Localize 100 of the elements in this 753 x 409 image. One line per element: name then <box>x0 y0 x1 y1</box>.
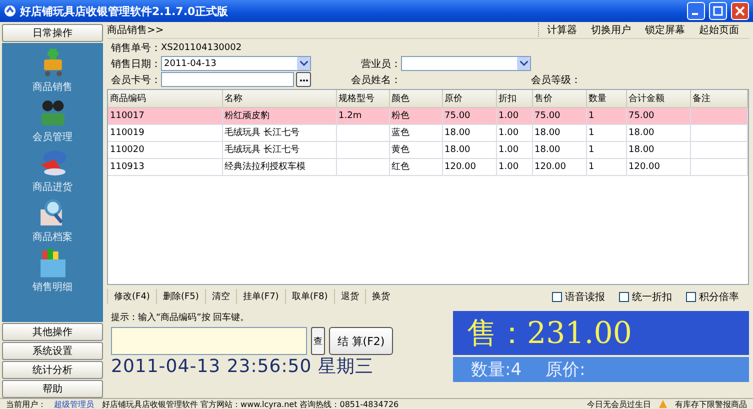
table-cell: 1.00 <box>496 107 532 124</box>
date-dropdown[interactable]: 2011-04-13 <box>161 56 311 71</box>
sidebar-item[interactable]: 销售明细 <box>32 280 72 294</box>
table-cell: 18.00 <box>442 141 496 158</box>
column-header[interactable]: 颜色 <box>389 90 442 107</box>
clerk-dropdown[interactable] <box>401 56 531 71</box>
field-label: 销售单号： <box>111 42 161 55</box>
sidebar-item[interactable]: 会员管理 <box>32 130 72 144</box>
checkbox[interactable] <box>619 292 629 302</box>
section-button[interactable]: 其他操作 <box>2 323 103 341</box>
field-label: 会员卡号： <box>111 74 161 86</box>
toolbar-link[interactable]: 锁定屏幕 <box>645 23 685 37</box>
chevron-icon <box>520 61 528 66</box>
action-button[interactable]: 清空 <box>204 289 236 304</box>
toolbar-link[interactable]: 计算器 <box>547 23 577 37</box>
birthday-text: 今日无会员过生日 <box>587 399 651 409</box>
table-cell: 毛绒玩具 长江七号 <box>222 124 336 141</box>
table-cell: 1.2m <box>336 107 389 124</box>
close-button[interactable] <box>731 2 749 20</box>
action-button[interactable]: 退货 <box>334 289 365 304</box>
table-cell: 110017 <box>108 107 222 124</box>
column-header[interactable]: 商品编码 <box>108 90 222 107</box>
maximize-button[interactable] <box>709 2 727 20</box>
column-header[interactable]: 规格型号 <box>336 90 389 107</box>
table-cell: 1.00 <box>496 141 532 158</box>
table-cell <box>690 107 748 124</box>
table-cell: 110019 <box>108 124 222 141</box>
column-header[interactable]: 名称 <box>222 90 336 107</box>
column-header[interactable]: 折扣 <box>496 90 532 107</box>
checkbox[interactable] <box>552 292 562 302</box>
checkbox-label: 积分倍率 <box>699 290 739 304</box>
table-cell: 红色 <box>389 158 442 175</box>
sidebar-item[interactable]: 商品进货 <box>32 180 72 194</box>
table-cell: 毛绒玩具 长江七号 <box>222 141 336 158</box>
column-header[interactable]: 数量 <box>586 90 626 107</box>
table-cell: 110913 <box>108 158 222 175</box>
action-button[interactable]: 删除(F5) <box>156 289 205 304</box>
table-cell: 120.00 <box>626 158 690 175</box>
sidebar-item[interactable]: 商品档案 <box>32 230 72 244</box>
column-header[interactable]: 原价 <box>442 90 496 107</box>
sidebar-item[interactable]: 商品销售 <box>32 80 72 94</box>
table-cell: 粉色 <box>389 107 442 124</box>
checkout-button[interactable]: 结 算(F2) <box>329 327 393 355</box>
user-label: 当前用户： <box>6 399 46 409</box>
toolbar-link[interactable]: 切换用户 <box>591 23 631 37</box>
table-cell: 75.00 <box>532 107 586 124</box>
table-cell: 蓝色 <box>389 124 442 141</box>
section-button[interactable]: 帮助 <box>2 380 103 398</box>
field-label: 营业员： <box>361 58 401 70</box>
field-label: 会员等级： <box>531 74 581 86</box>
column-header[interactable]: 合计金额 <box>626 90 690 107</box>
table-cell: 1 <box>586 124 626 141</box>
hint-text: 提示：输入“商品编码”按 回车键。 <box>111 312 250 324</box>
table-cell: 120.00 <box>532 158 586 175</box>
barcode-input[interactable] <box>111 327 307 355</box>
checkbox[interactable] <box>686 292 696 302</box>
toolbar-link[interactable]: 起始页面 <box>699 23 739 37</box>
table-cell: 1 <box>586 107 626 124</box>
table-cell: 18.00 <box>532 124 586 141</box>
lookup-button[interactable]: 查 <box>311 327 325 355</box>
column-header[interactable]: 备注 <box>690 90 748 107</box>
table-cell: 18.00 <box>626 124 690 141</box>
table-cell <box>336 124 389 141</box>
table-cell: 75.00 <box>442 107 496 124</box>
action-button[interactable]: 挂单(F7) <box>236 289 285 304</box>
table-cell: 75.00 <box>626 107 690 124</box>
table-cell: 经典法拉利授权车模 <box>222 158 336 175</box>
action-button[interactable]: 修改(F4) <box>107 289 156 304</box>
quantity-text: 数量:4 <box>471 359 522 381</box>
table-cell: 18.00 <box>442 124 496 141</box>
maximize-icon <box>713 6 723 16</box>
status-info: 好店铺玩具店收银管理软件 官方网站：www.lcyra.net 咨询热线：0851-4834726 <box>102 399 399 409</box>
browse-button[interactable] <box>296 72 311 87</box>
table-cell: 18.00 <box>626 141 690 158</box>
column-header[interactable]: 售价 <box>532 90 586 107</box>
table-cell: 120.00 <box>442 158 496 175</box>
original-price-label: 原价: <box>546 359 586 381</box>
table-cell: 18.00 <box>532 141 586 158</box>
order-number: XS201104130002 <box>161 43 243 53</box>
user-link[interactable]: 超级管理员 <box>54 399 94 409</box>
ellipsis-icon <box>300 78 308 82</box>
field-label: 销售日期： <box>111 58 161 70</box>
card-input[interactable] <box>161 72 294 87</box>
app-icon <box>4 5 16 17</box>
action-button[interactable]: 取单(F8) <box>284 289 334 304</box>
field-label: 会员姓名： <box>351 74 401 86</box>
table-cell: 1 <box>586 158 626 175</box>
section-button[interactable]: 统计分析 <box>2 361 103 379</box>
table-cell: 1 <box>586 141 626 158</box>
section-button[interactable]: 系统设置 <box>2 342 103 360</box>
section-button[interactable]: 日常操作 <box>2 24 103 42</box>
table-cell: 1.00 <box>496 158 532 175</box>
table-cell <box>336 158 389 175</box>
checkbox-label: 统一折扣 <box>632 290 672 304</box>
action-button[interactable]: 换货 <box>364 289 396 304</box>
table-cell: 110020 <box>108 141 222 158</box>
table-cell: 1.00 <box>496 124 532 141</box>
table-cell: 黄色 <box>389 141 442 158</box>
checkbox-label: 语音读报 <box>565 290 605 304</box>
minimize-button[interactable] <box>687 2 705 20</box>
